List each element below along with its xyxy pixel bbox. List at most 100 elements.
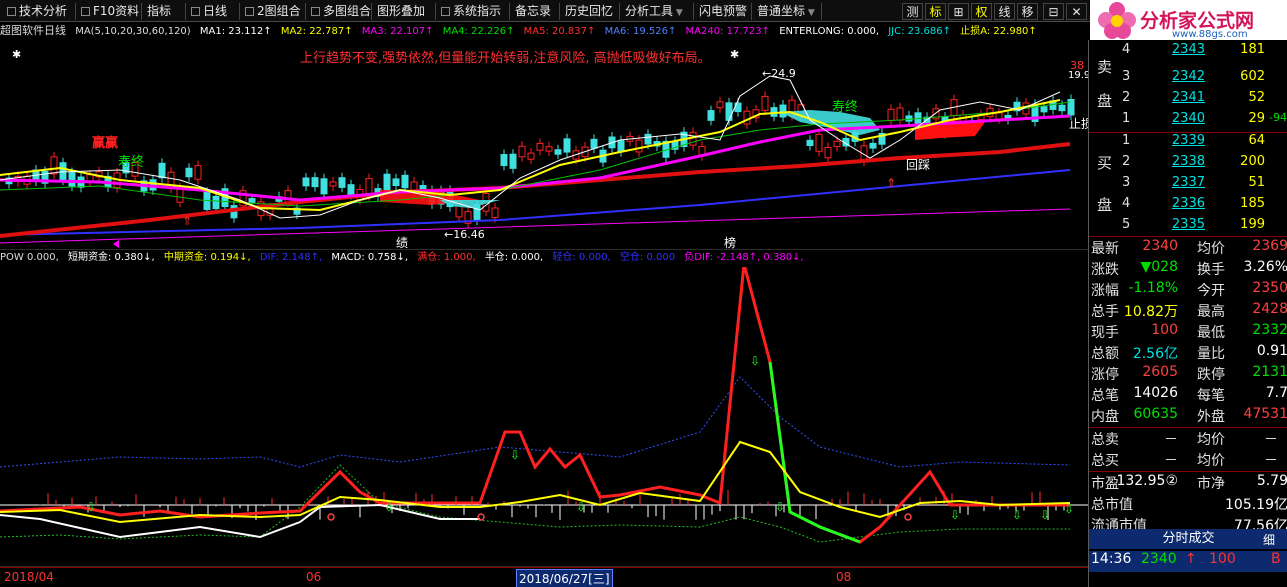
blue-dashed-line xyxy=(0,376,1071,468)
stoploss-value: 止损A: 22.980↑ xyxy=(960,26,1037,37)
divider xyxy=(1089,471,1287,472)
svg-text:⇩: ⇩ xyxy=(576,500,586,514)
candle-body xyxy=(50,156,58,175)
svg-text:⇩: ⇩ xyxy=(510,448,520,462)
candle-body xyxy=(806,139,814,147)
candle-body xyxy=(68,172,76,187)
svg-text:⇩: ⇩ xyxy=(1040,508,1050,522)
toolbar-history[interactable]: 历史回忆 xyxy=(562,3,620,20)
candle-body xyxy=(509,153,517,169)
buy-level-2[interactable]: 2 2338 200 xyxy=(1089,154,1287,175)
indicator-chart[interactable]: ⇩ ⇩ ⇩ ⇩ ⇩ ⇩ ⇩ ⇩ ⇩ ⇩ xyxy=(0,267,1088,567)
candle-body xyxy=(815,133,823,152)
buy-level-4[interactable]: 4 2336 185 xyxy=(1089,196,1287,217)
green-dashed-line xyxy=(0,464,1070,543)
toolbar-tech-analysis[interactable]: 技术分析 xyxy=(4,3,76,20)
high-price-label: ←24.9 xyxy=(762,67,796,80)
tab-tick-trades[interactable]: 分时成交 xyxy=(1089,529,1287,549)
jjc-value: JJC: 23.686↑ xyxy=(888,26,952,37)
btn-move[interactable]: 移 xyxy=(1017,3,1038,20)
signal-label: 赢赢 xyxy=(92,136,119,151)
bang-label: 榜 xyxy=(724,236,737,250)
candle-body xyxy=(401,174,409,189)
candle-body xyxy=(617,140,625,153)
tab-detail[interactable]: 细 xyxy=(1263,531,1275,548)
toolbar: 技术分析 F10资料 指标 日线 2图组合 多图组合 图形叠加 系统指示 备忘录… xyxy=(0,0,1090,22)
svg-text:⇩: ⇩ xyxy=(1064,502,1074,516)
pe-row: 市盈 132.95② 市净 5.79 xyxy=(1091,473,1287,492)
btn-mark[interactable]: 标 xyxy=(925,3,946,20)
full-pos-value: 满仓: 1.000, xyxy=(417,252,476,263)
candle-body xyxy=(707,110,715,121)
x-label-start: 2018/04 xyxy=(4,570,54,584)
candle-body xyxy=(392,178,400,187)
stat-row: 总笔 14026 每笔 7.7 xyxy=(1091,385,1287,404)
star-marker: ✱ xyxy=(730,48,739,61)
btn-line[interactable]: 线 xyxy=(994,3,1015,20)
candle-body xyxy=(545,146,553,152)
stat-row: 涨停 2605 跌停 2131 xyxy=(1091,364,1287,383)
svg-text:⇩: ⇩ xyxy=(750,354,760,368)
ma5-value: MA5: 20.837↑ xyxy=(523,26,596,37)
right-red-label: 38 xyxy=(1070,59,1084,72)
svg-text:⇩: ⇩ xyxy=(86,500,96,514)
half-pos-value: 半仓: 0.000, xyxy=(484,252,544,263)
light-pos-value: 轻仓: 0.000, xyxy=(552,252,611,263)
circle-markers xyxy=(327,513,912,521)
ma-params: MA(5,10,20,30,60,120) xyxy=(75,26,191,37)
candle-body xyxy=(716,101,724,109)
stat-row: 最新 2340 均价 2369 xyxy=(1091,238,1287,257)
sell-level-1[interactable]: 1 2340 29 -94 xyxy=(1089,111,1287,132)
btn-close[interactable]: ✕ xyxy=(1066,3,1087,20)
btn-test[interactable]: 测 xyxy=(902,3,923,20)
candle-body xyxy=(527,152,535,160)
ma5-line xyxy=(0,75,1061,219)
candle-body xyxy=(590,138,598,149)
candle-body xyxy=(347,184,355,196)
candle-body xyxy=(329,181,337,187)
stat-row: 内盘 60635 外盘 47531 xyxy=(1091,406,1287,425)
buy-level-3[interactable]: 3 2337 51 xyxy=(1089,175,1287,196)
macd-value: MACD: 0.758↓, xyxy=(331,252,409,263)
brand-url: www.88gs.com xyxy=(1172,29,1248,40)
btn-grid[interactable]: ⊞ xyxy=(948,3,969,20)
tick-row[interactable]: 14:36 2340 ↑ 100 B xyxy=(1089,551,1287,572)
toolbar-alert[interactable]: 闪电预警 xyxy=(696,3,752,20)
btn-right[interactable]: 权 xyxy=(971,3,992,20)
toolbar-multichart[interactable]: 多图组合 xyxy=(308,3,372,20)
toolbar-system[interactable]: 系统指示 xyxy=(438,3,510,20)
up-arrow-icon: ⇑ xyxy=(182,214,193,228)
candle-body xyxy=(635,139,643,153)
svg-text:⇩: ⇩ xyxy=(384,500,394,514)
short-fund-value: 短期资金: 0.380↓, xyxy=(67,252,155,263)
mid-fund-value: 中期资金: 0.194↓, xyxy=(163,252,251,263)
toolbar-coord[interactable]: 普通坐标 ▼ xyxy=(754,3,822,20)
kline-chart[interactable]: ✱ ✱ xyxy=(0,40,1088,250)
ma3-value: MA3: 22.107↑ xyxy=(361,26,434,37)
candle-body xyxy=(779,104,787,118)
toolbar-indicator[interactable]: 指标 xyxy=(144,3,186,20)
grid-icon xyxy=(311,7,320,16)
toolbar-2chart[interactable]: 2图组合 xyxy=(242,3,306,20)
candle-body xyxy=(158,162,166,179)
candle-body xyxy=(554,149,562,155)
buy-level-5[interactable]: 5 2335 199 xyxy=(1089,217,1287,238)
toolbar-tools[interactable]: 分析工具 ▼ xyxy=(622,3,694,20)
toolbar-f10[interactable]: F10资料 xyxy=(78,3,142,20)
ma2-value: MA2: 22.787↑ xyxy=(280,26,353,37)
sell-level-2[interactable]: 2 2341 52 xyxy=(1089,90,1287,111)
toolbar-daily[interactable]: 日线 xyxy=(188,3,240,20)
sell-level-3[interactable]: 3 2342 602 xyxy=(1089,69,1287,90)
buy-level-1[interactable]: 1 2339 64 xyxy=(1089,133,1287,154)
stock-title: 超图软件日线 xyxy=(0,24,66,37)
candle-body xyxy=(320,178,328,195)
shoushi-label-2: 寿终 xyxy=(832,100,859,115)
btn-window[interactable]: ⊟ xyxy=(1043,3,1064,20)
toolbar-overlay[interactable]: 图形叠加 xyxy=(374,3,436,20)
sell-level-4[interactable]: 4 2343 181 xyxy=(1089,42,1287,63)
candle-body xyxy=(518,145,526,158)
toolbar-memo[interactable]: 备忘录 xyxy=(512,3,560,20)
candle-body xyxy=(563,138,571,153)
low-price-label: ←16.46 xyxy=(444,228,485,241)
order-summary-row: 总买－均价－ xyxy=(1091,453,1278,469)
